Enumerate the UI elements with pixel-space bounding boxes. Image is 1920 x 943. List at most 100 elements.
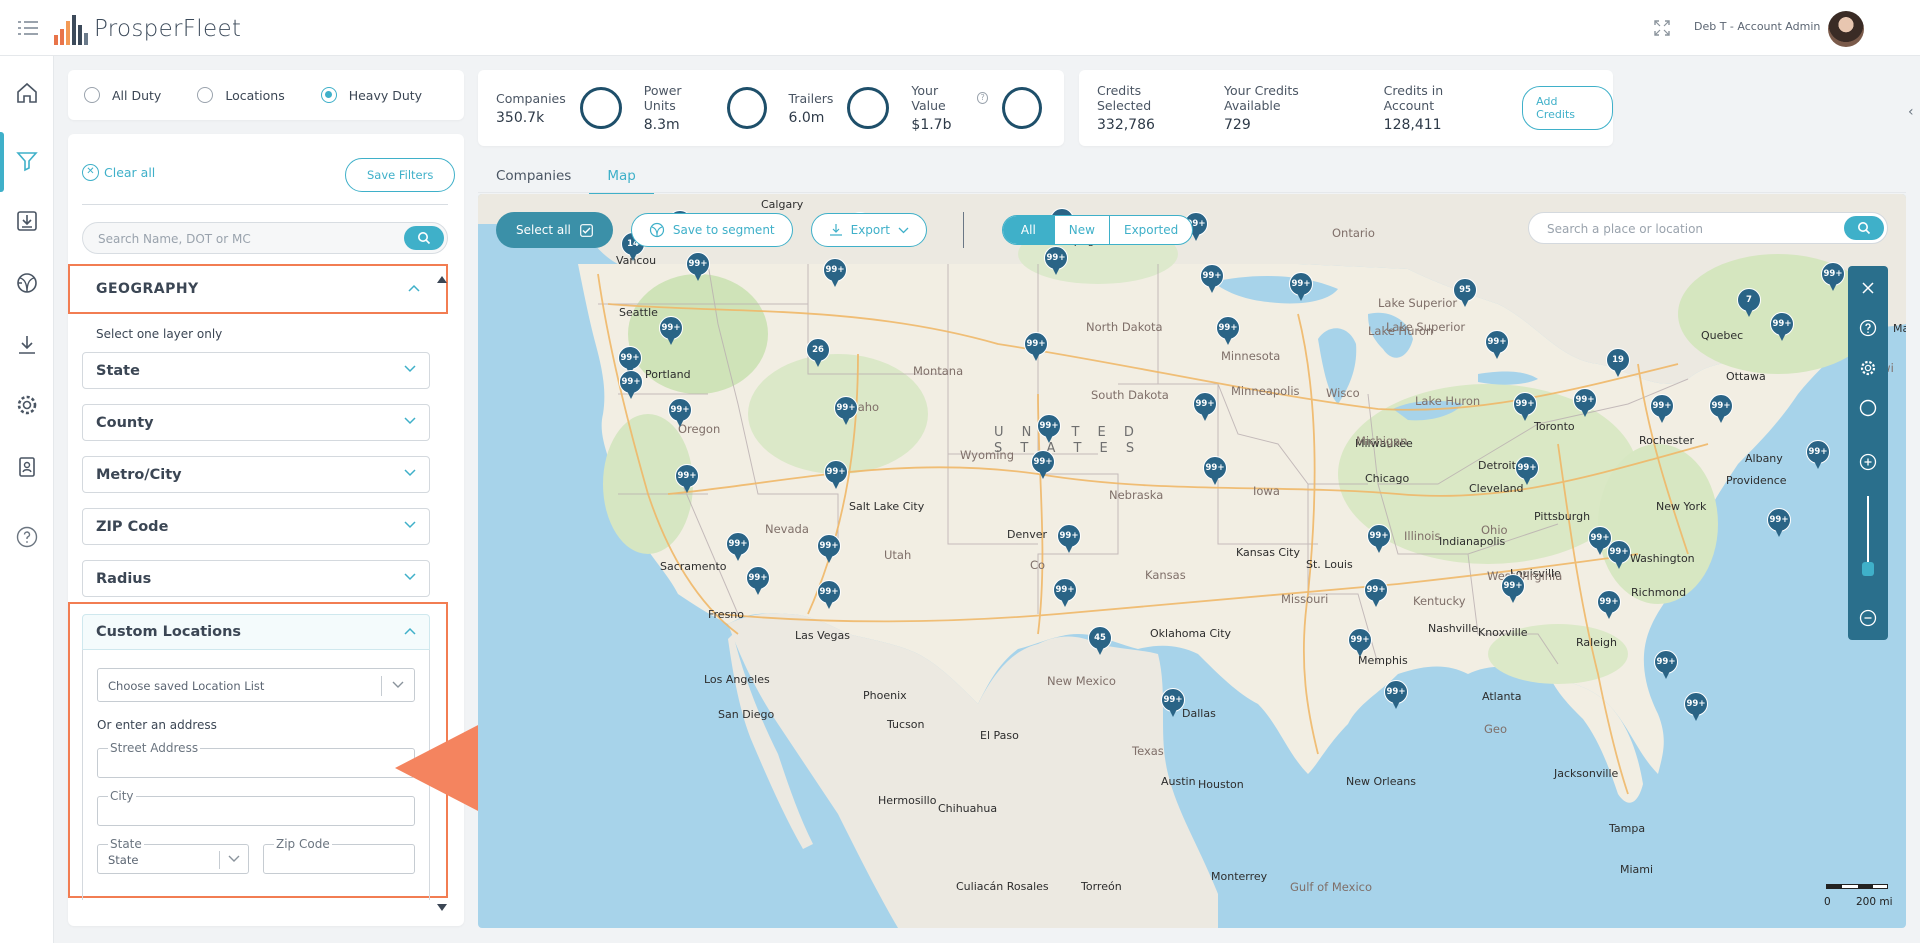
geography-header[interactable]: GEOGRAPHY — [68, 264, 448, 314]
radio-all-duty[interactable]: All Duty — [84, 87, 161, 103]
map-pin[interactable]: 99+ — [1513, 392, 1537, 422]
map-pin[interactable]: 99+ — [1650, 394, 1674, 424]
map-pin[interactable]: 99+ — [1770, 312, 1794, 342]
radio-heavy-duty[interactable]: Heavy Duty — [320, 87, 422, 103]
filter-icon[interactable] — [14, 148, 40, 174]
help-icon[interactable] — [14, 524, 40, 550]
map-pin[interactable]: 99+ — [817, 534, 841, 564]
map-pin[interactable]: 99+ — [659, 316, 683, 346]
map-pin[interactable]: 99+ — [1597, 590, 1621, 620]
radio-button[interactable] — [84, 87, 100, 103]
add-credits-button[interactable]: Add Credits — [1522, 86, 1613, 130]
map-pin[interactable]: 99+ — [619, 370, 643, 400]
map-view[interactable]: U N I T E D S T A T E S CalgaryVancouWin… — [478, 194, 1906, 928]
scroll-up-arrow[interactable] — [437, 276, 447, 283]
street-address-field[interactable]: Street Address — [97, 741, 415, 778]
segment-new[interactable]: New — [1053, 216, 1109, 244]
help-icon[interactable]: ? — [976, 92, 989, 104]
map-pin[interactable]: 99+ — [1203, 456, 1227, 486]
map-pin[interactable]: 99+ — [1348, 628, 1372, 658]
map-pin[interactable]: 99+ — [1200, 264, 1224, 294]
map-pin[interactable]: 99+ — [1289, 272, 1313, 302]
map-pin[interactable]: 95 — [1453, 278, 1477, 308]
accordion-radius[interactable]: Radius — [82, 560, 430, 597]
map-pin[interactable]: 99+ — [1364, 578, 1388, 608]
avatar[interactable] — [1828, 11, 1864, 47]
map-pin[interactable]: 99+ — [1367, 524, 1391, 554]
home-icon[interactable] — [14, 80, 40, 106]
map-search-button[interactable] — [1844, 216, 1884, 240]
accordion-county[interactable]: County — [82, 404, 430, 441]
import-icon[interactable] — [14, 208, 40, 234]
map-pin[interactable]: 99+ — [1806, 440, 1830, 470]
accordion-state[interactable]: State — [82, 352, 430, 389]
close-icon[interactable] — [1858, 278, 1878, 298]
map-pin[interactable]: 99+ — [1031, 450, 1055, 480]
download-icon[interactable] — [14, 332, 40, 358]
map-pin[interactable]: 99+ — [1485, 330, 1509, 360]
city-field[interactable]: City — [97, 789, 415, 826]
map-pin[interactable]: 99+ — [1193, 392, 1217, 422]
map-pin[interactable]: 99+ — [1501, 574, 1525, 604]
zip-code-field[interactable]: Zip Code — [263, 837, 415, 874]
map-search-input[interactable]: Search a place or location — [1528, 212, 1888, 244]
settings-gear-icon[interactable] — [1858, 358, 1878, 378]
collapse-handle[interactable]: ‹ — [1908, 104, 1920, 122]
map-pin[interactable]: 99+ — [1161, 688, 1185, 718]
map-pin[interactable]: 99+ — [1044, 246, 1068, 276]
user-profile-icon[interactable] — [14, 454, 40, 480]
save-to-segment-button[interactable]: Save to segment — [630, 213, 793, 247]
help-icon[interactable] — [1858, 318, 1878, 338]
map-pin[interactable]: 99+ — [1024, 332, 1048, 362]
map-pin[interactable]: 19 — [1606, 348, 1630, 378]
search-button[interactable] — [404, 226, 444, 250]
scroll-down-arrow[interactable] — [437, 904, 447, 911]
select-all-button[interactable]: Select all — [496, 212, 613, 248]
map-pin[interactable]: 99+ — [1384, 680, 1408, 710]
map-pin[interactable]: 7 — [1737, 288, 1761, 318]
segment-all[interactable]: All — [1002, 216, 1054, 244]
tab-map[interactable]: Map — [589, 164, 654, 194]
map-pin[interactable]: 99+ — [1821, 262, 1845, 292]
export-button[interactable]: Export — [810, 213, 927, 247]
saved-location-list-select[interactable]: Choose saved Location List — [97, 668, 415, 702]
brand-logo[interactable]: ProsperFleet — [54, 12, 241, 46]
gear-icon[interactable] — [14, 392, 40, 418]
accordion-metro-city[interactable]: Metro/City — [82, 456, 430, 493]
map-pin[interactable]: 99+ — [668, 398, 692, 428]
filter-search-input[interactable]: Search Name, DOT or MC — [82, 222, 448, 254]
radio-locations[interactable]: Locations — [197, 87, 285, 103]
map-pin[interactable]: 99+ — [824, 460, 848, 490]
zoom-in-icon[interactable] — [1858, 452, 1878, 472]
user-name[interactable]: Deb T - Account Admin — [1694, 20, 1820, 33]
zoom-out-icon[interactable] — [1858, 608, 1878, 628]
map-pin[interactable]: 99+ — [746, 566, 770, 596]
map-pin[interactable]: 99+ — [1515, 456, 1539, 486]
map-pin[interactable]: 26 — [806, 338, 830, 368]
menu-icon[interactable] — [18, 20, 38, 36]
map-pin[interactable]: 45 — [1088, 626, 1112, 656]
accordion-zip-code[interactable]: ZIP Code — [82, 508, 430, 545]
map-pin[interactable]: 99+ — [1709, 394, 1733, 424]
map-pin[interactable]: 99+ — [823, 258, 847, 288]
map-pin[interactable]: 99+ — [686, 252, 710, 282]
map-pin[interactable]: 99+ — [1767, 508, 1791, 538]
map-pin[interactable]: 99+ — [1654, 650, 1678, 680]
map-pin[interactable]: 99+ — [1684, 692, 1708, 722]
fullscreen-icon[interactable] — [1654, 20, 1670, 36]
map-pin[interactable]: 99+ — [817, 580, 841, 610]
map-pin[interactable]: 99+ — [1057, 524, 1081, 554]
radio-button-selected[interactable] — [320, 87, 337, 103]
save-filters-button[interactable]: Save Filters — [345, 158, 456, 192]
state-select[interactable]: State State — [97, 837, 249, 874]
custom-locations-header[interactable]: Custom Locations — [82, 614, 430, 650]
map-pin[interactable]: 99+ — [1573, 388, 1597, 418]
map-pin[interactable]: 99+ — [834, 396, 858, 426]
segments-icon[interactable] — [14, 270, 40, 296]
map-pin[interactable]: 99+ — [1607, 540, 1631, 570]
tab-companies[interactable]: Companies — [478, 164, 589, 194]
map-pin[interactable]: 99+ — [1216, 316, 1240, 346]
map-pin[interactable]: 99+ — [1037, 414, 1061, 444]
clear-all-button[interactable]: ✕ Clear all — [82, 164, 155, 181]
zoom-slider-handle[interactable] — [1862, 562, 1874, 576]
